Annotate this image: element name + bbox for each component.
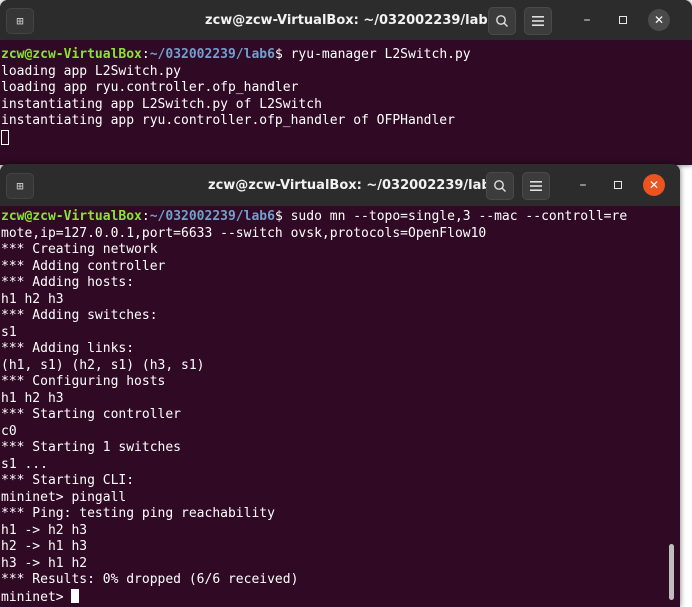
- prompt-user: zcw@zcw-VirtualBox: [1, 209, 142, 224]
- output-line: loading app L2Switch.py: [1, 63, 182, 79]
- search-icon[interactable]: [488, 7, 516, 35]
- terminal-output[interactable]: zcw@zcw-VirtualBox:~/032002239/lab6$ sud…: [0, 206, 680, 606]
- text-cursor: [71, 588, 80, 603]
- prompt-colon: :: [141, 47, 150, 62]
- output-line: *** Adding switches:: [1, 308, 158, 323]
- output-line: *** Starting 1 switches: [1, 440, 182, 455]
- output-line: h1 h2 h3: [1, 390, 64, 406]
- output-line: s1: [1, 324, 17, 340]
- output-line: *** Starting CLI:: [1, 473, 135, 488]
- text-cursor: [1, 129, 9, 145]
- hamburger-menu-icon[interactable]: [522, 172, 550, 200]
- window-title: zcw@zcw-VirtualBox: ~/032002239/lab6: [208, 177, 500, 193]
- output-line: *** Ping: testing ping reachability: [1, 506, 275, 521]
- terminal-window-mininet[interactable]: ⊞ zcw@zcw-VirtualBox: ~/032002239/lab6 –…: [0, 164, 680, 607]
- minimize-icon[interactable]: –: [576, 9, 598, 31]
- terminal-window-ryu[interactable]: ⊞ zcw@zcw-VirtualBox: ~/032002239/lab6 –…: [0, 0, 692, 165]
- hamburger-menu-icon[interactable]: [524, 7, 552, 35]
- output-line: *** Starting controller: [1, 407, 182, 422]
- prompt-path: ~/032002239/lab6: [149, 209, 275, 224]
- output-line: *** Creating network: [1, 242, 158, 257]
- output-line: h1 -> h2 h3: [1, 522, 88, 538]
- command-text: sudo mn --topo=single,3 --mac --controll…: [290, 209, 628, 224]
- new-tab-icon[interactable]: ⊞: [6, 8, 34, 34]
- new-tab-icon[interactable]: ⊞: [6, 173, 34, 199]
- mininet-prompt: mininet>: [1, 589, 72, 605]
- output-line: s1 ...: [1, 456, 48, 472]
- output-line: *** Adding links:: [1, 341, 135, 356]
- maximize-icon[interactable]: [607, 174, 629, 196]
- command-text: ryu-manager L2Switch.py: [290, 47, 471, 62]
- prompt-user: zcw@zcw-VirtualBox: [1, 47, 142, 62]
- output-line: instantiating app L2Switch.py of L2Switc…: [1, 96, 322, 112]
- output-line: (h1, s1) (h2, s1) (h3, s1): [1, 357, 205, 373]
- prompt-colon: :: [141, 209, 150, 224]
- prompt-dollar: $: [274, 47, 291, 62]
- output-line: instantiating app ryu.controller.ofp_han…: [1, 113, 455, 128]
- prompt-path: ~/032002239/lab6: [149, 47, 275, 62]
- titlebar[interactable]: ⊞ zcw@zcw-VirtualBox: ~/032002239/lab6 –…: [0, 0, 692, 40]
- output-line: *** Adding controller: [1, 258, 166, 274]
- output-line: *** Results: 0% dropped (6/6 received): [1, 572, 299, 587]
- search-icon[interactable]: [486, 172, 514, 200]
- minimize-icon[interactable]: –: [572, 174, 594, 196]
- prompt-dollar: $: [274, 209, 291, 224]
- titlebar[interactable]: ⊞ zcw@zcw-VirtualBox: ~/032002239/lab6 –…: [0, 164, 680, 206]
- output-line: h1 h2 h3: [1, 291, 64, 307]
- terminal-output[interactable]: zcw@zcw-VirtualBox:~/032002239/lab6$ ryu…: [0, 40, 692, 147]
- output-line: *** Adding hosts:: [1, 275, 135, 290]
- output-line: loading app ryu.controller.ofp_handler: [1, 80, 299, 95]
- output-line: h3 -> h1 h2: [1, 555, 88, 571]
- scrollbar-thumb[interactable]: [669, 544, 674, 600]
- maximize-icon[interactable]: [612, 9, 634, 31]
- close-icon[interactable]: ✕: [643, 174, 665, 196]
- output-line: c0: [1, 423, 17, 439]
- command-text-wrap: mote,ip=127.0.0.1,port=6633 --switch ovs…: [1, 225, 487, 241]
- output-line: mininet> pingall: [1, 489, 127, 505]
- window-title: zcw@zcw-VirtualBox: ~/032002239/lab6: [205, 12, 497, 28]
- output-line: h2 -> h1 h3: [1, 539, 88, 554]
- output-line: *** Configuring hosts: [1, 374, 166, 389]
- close-icon[interactable]: ✕: [648, 9, 670, 31]
